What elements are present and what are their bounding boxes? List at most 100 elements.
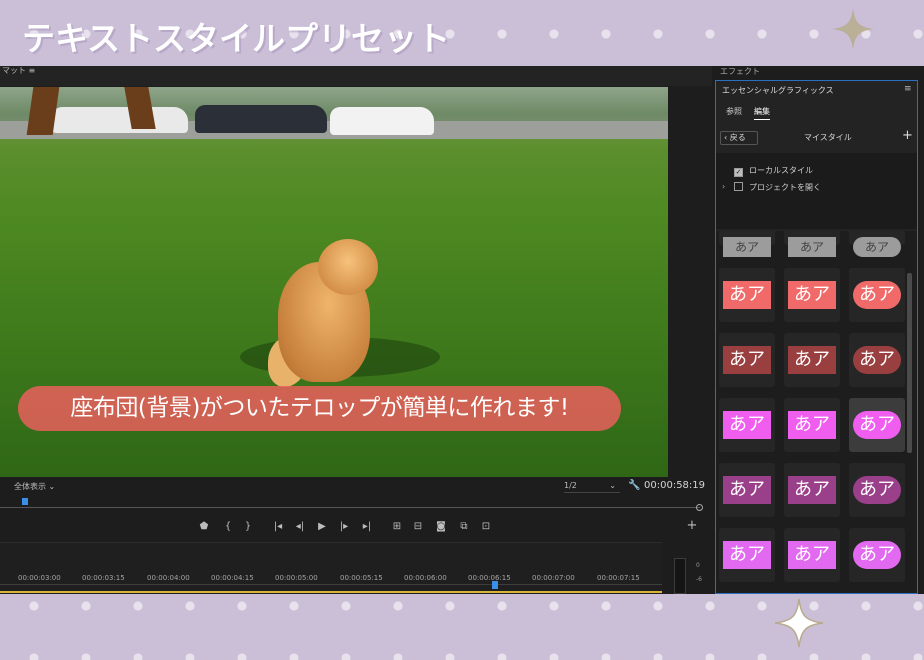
preset-tile[interactable]: あア xyxy=(784,528,840,582)
ruler-time-label: 00:00:07:00 xyxy=(532,574,575,582)
tree-item-open-project[interactable]: プロジェクトを開く xyxy=(734,182,821,193)
monitor-scrub-bar[interactable] xyxy=(0,498,712,512)
preset-tile[interactable]: あア xyxy=(719,268,775,322)
back-button[interactable]: ‹ 戻る xyxy=(720,131,758,145)
checkbox-empty-icon[interactable] xyxy=(734,182,743,191)
preset-preview: あア xyxy=(788,237,836,257)
preset-tile[interactable]: あア xyxy=(719,333,775,387)
ruler-time-label: 00:00:07:15 xyxy=(597,574,640,582)
panel-title: エッセンシャルグラフィックス xyxy=(722,86,834,95)
parked-car xyxy=(52,107,188,133)
preset-tile[interactable]: あア xyxy=(719,231,775,257)
audio-meter: 0 -6 xyxy=(668,558,710,594)
dog-head xyxy=(318,239,378,295)
play-icon[interactable]: ▶ xyxy=(315,521,329,532)
preset-tile[interactable]: あア xyxy=(849,463,905,517)
vu-label: 0 xyxy=(696,562,700,569)
back-button-label: 戻る xyxy=(729,133,746,142)
preset-tile[interactable]: あア xyxy=(784,231,840,257)
preset-tile[interactable]: あア xyxy=(849,528,905,582)
lift-icon[interactable]: ⊞ xyxy=(390,521,404,532)
essential-graphics-panel: エッセンシャルグラフィックス ≡ 参照 編集 ‹ 戻る マイスタイル + ✓ ロー… xyxy=(715,80,918,594)
preset-tile[interactable]: あア xyxy=(719,528,775,582)
tab-edit[interactable]: 編集 xyxy=(754,106,770,120)
preset-tile[interactable]: あア xyxy=(849,268,905,322)
preset-tile[interactable]: あア xyxy=(719,463,775,517)
panel-menu-icon[interactable]: ≡ xyxy=(904,84,912,94)
audio-meter-bar xyxy=(674,558,686,594)
comparison-view-icon[interactable]: ⧉ xyxy=(457,521,471,532)
monitor-controls-bar: 全体表示 ⌄ 1/2 ⌄ 🔧 00:00:58:19 xyxy=(0,478,712,498)
preset-preview: あア xyxy=(853,411,901,439)
caption-text[interactable]: 座布団(背景)がついたテロップが簡単に作れます! xyxy=(18,386,621,431)
preset-tile[interactable]: あア xyxy=(784,268,840,322)
preset-tile[interactable]: あア xyxy=(719,398,775,452)
camera-icon[interactable]: ◙ xyxy=(434,521,448,532)
preset-tile[interactable]: あア xyxy=(849,398,905,452)
effects-panel-tab[interactable]: エフェクト xyxy=(720,66,760,77)
editor-app-window: マット ≡ 座布団(背景)がついたテロップが簡単に作れます! 全体表示 ⌄ 1/… xyxy=(0,66,924,594)
ruler-time-label: 00:00:04:00 xyxy=(147,574,190,582)
step-forward-icon[interactable]: |▸ xyxy=(337,521,351,532)
my-style-title: マイスタイル xyxy=(804,133,852,142)
resolution-dropdown[interactable]: 1/2 ⌄ xyxy=(564,481,620,493)
preset-grid: あア あア あア あア あア あア あア あア あア あア あア あア あア あア あア あア あア あア xyxy=(716,231,917,593)
preset-preview: あア xyxy=(853,281,901,309)
preset-preview: あア xyxy=(788,476,836,504)
parked-car xyxy=(330,107,434,135)
preset-preview: あア xyxy=(788,411,836,439)
timeline-panel[interactable]: 00:00:03:00 00:00:03:15 00:00:04:00 00:0… xyxy=(0,542,662,594)
add-button-icon[interactable]: + xyxy=(685,518,699,533)
preset-preview: あア xyxy=(723,237,771,257)
preset-tile[interactable]: あア xyxy=(784,398,840,452)
ruler-time-label: 00:00:04:15 xyxy=(211,574,254,582)
preset-preview: あア xyxy=(723,281,771,309)
preset-preview: あア xyxy=(853,346,901,374)
tree-item-local-style[interactable]: ✓ ローカルスタイル xyxy=(734,165,813,177)
chevron-down-icon: ⌄ xyxy=(609,481,616,490)
preset-preview: あア xyxy=(853,541,901,569)
zoom-level-value: 全体表示 xyxy=(14,482,46,491)
tab-browse[interactable]: 参照 xyxy=(726,106,742,117)
safe-margins-icon[interactable]: ⊡ xyxy=(479,521,493,532)
ruler-time-label: 00:00:03:00 xyxy=(18,574,61,582)
preset-scrollbar[interactable] xyxy=(907,273,912,453)
ruler-time-label: 00:00:03:15 xyxy=(82,574,125,582)
checkbox-checked-icon[interactable]: ✓ xyxy=(734,168,743,177)
extract-icon[interactable]: ⊟ xyxy=(411,521,425,532)
preset-preview: あア xyxy=(788,541,836,569)
preset-tile[interactable]: あア xyxy=(849,231,905,257)
marker-icon[interactable]: ⬟ xyxy=(197,521,211,532)
preset-preview: あア xyxy=(788,281,836,309)
program-monitor-video[interactable]: 座布団(背景)がついたテロップが簡単に作れます! xyxy=(0,87,668,477)
preset-preview: あア xyxy=(723,411,771,439)
monitor-title: マット ≡ xyxy=(2,66,36,75)
playhead-marker[interactable] xyxy=(22,498,28,505)
scrub-track xyxy=(0,507,700,508)
step-back-icon[interactable]: ◂| xyxy=(293,521,307,532)
ruler-time-label: 00:00:05:00 xyxy=(275,574,318,582)
timeline-playhead[interactable] xyxy=(492,581,498,589)
parked-car xyxy=(195,105,327,133)
go-to-out-icon[interactable]: ▸| xyxy=(360,521,374,532)
preset-tile[interactable]: あア xyxy=(784,333,840,387)
go-to-in-icon[interactable]: |◂ xyxy=(271,521,285,532)
chevron-right-icon[interactable]: › xyxy=(722,182,725,191)
chevron-left-icon: ‹ xyxy=(724,133,728,142)
preset-tile[interactable]: あア xyxy=(849,333,905,387)
mark-in-icon[interactable]: { xyxy=(221,521,235,532)
preset-tile[interactable]: あア xyxy=(784,463,840,517)
scrub-end-handle[interactable] xyxy=(696,504,703,511)
preset-preview: あア xyxy=(723,541,771,569)
preset-preview: あア xyxy=(788,346,836,374)
transport-controls: ⬟ { } |◂ ◂| ▶ |▸ ▸| ⊞ ⊟ ◙ ⧉ ⊡ + xyxy=(0,516,712,540)
add-style-button[interactable]: + xyxy=(902,128,913,143)
sparkle-icon xyxy=(832,8,874,50)
preset-preview: あア xyxy=(853,476,901,504)
wrench-icon[interactable]: 🔧 xyxy=(628,480,640,491)
zoom-level-dropdown[interactable]: 全体表示 ⌄ xyxy=(14,481,55,492)
banner-title: テキストスタイルプリセット xyxy=(22,19,451,58)
mark-out-icon[interactable]: } xyxy=(241,521,255,532)
work-area-bar[interactable] xyxy=(0,591,662,593)
ruler-track xyxy=(0,584,662,585)
